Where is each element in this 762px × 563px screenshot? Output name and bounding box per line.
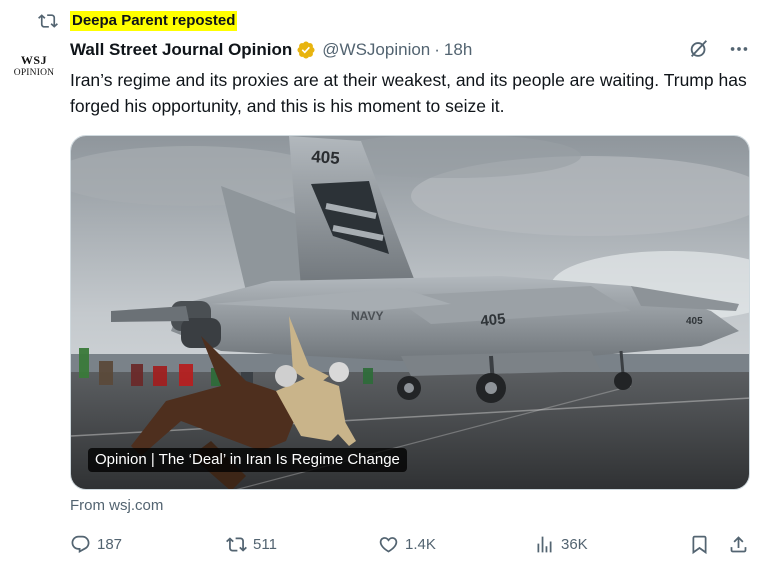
tail-number: 405: [311, 147, 341, 168]
repost-icon: [38, 14, 58, 28]
tweet-header: Wall Street Journal Opinion @WSJopinion …: [70, 38, 750, 62]
reply-icon: [71, 535, 90, 553]
timestamp[interactable]: 18h: [444, 40, 472, 60]
avatar-text-wsj: WSJ: [20, 52, 48, 67]
separator-dot: ·: [434, 40, 440, 59]
views-button[interactable]: 36K: [534, 534, 588, 555]
views-icon: [537, 536, 552, 553]
avatar-text-opinion: OPINION: [13, 67, 55, 78]
share-button[interactable]: [728, 534, 755, 555]
link-source[interactable]: From wsj.com: [70, 497, 163, 514]
avatar[interactable]: WSJ OPINION: [8, 40, 60, 92]
tweet-text: Iran’s regime and its proxies are at the…: [70, 70, 747, 116]
repost-label[interactable]: Deepa Parent reposted: [70, 11, 238, 31]
reply-button[interactable]: 187: [70, 534, 122, 555]
repost-indicator[interactable]: Deepa Parent reposted: [38, 10, 238, 32]
like-button[interactable]: 1.4K: [378, 534, 436, 555]
navy-label: NAVY: [351, 309, 383, 323]
views-count: 36K: [561, 536, 588, 553]
repost-count: 511: [253, 536, 277, 553]
reply-count: 187: [97, 536, 123, 553]
author-handle[interactable]: @WSJopinion: [322, 40, 430, 60]
fuselage-number: 405: [480, 310, 507, 330]
grok-icon[interactable]: [688, 38, 710, 60]
bookmark-button[interactable]: [689, 534, 716, 555]
repost-button[interactable]: 511: [226, 534, 277, 555]
fighter-jet-image: 405 405 NAVY 405: [71, 136, 749, 489]
more-options-icon[interactable]: [728, 38, 750, 60]
link-card-media[interactable]: 405 405 NAVY 405 Opinion | The ‘Deal’ in…: [70, 135, 750, 490]
link-card-title[interactable]: Opinion | The ‘Deal’ in Iran Is Regime C…: [88, 448, 407, 472]
repost-action-icon: [226, 537, 247, 552]
share-icon: [730, 536, 747, 553]
bookmark-icon: [692, 535, 707, 555]
heart-icon: [379, 537, 398, 553]
nose-number: 405: [686, 316, 703, 327]
like-count: 1.4K: [405, 536, 436, 553]
tweet-actions: 187 511 1.4K 36K: [70, 534, 750, 560]
author-name[interactable]: Wall Street Journal Opinion: [70, 40, 292, 60]
gold-verified-badge-icon[interactable]: [296, 40, 316, 60]
